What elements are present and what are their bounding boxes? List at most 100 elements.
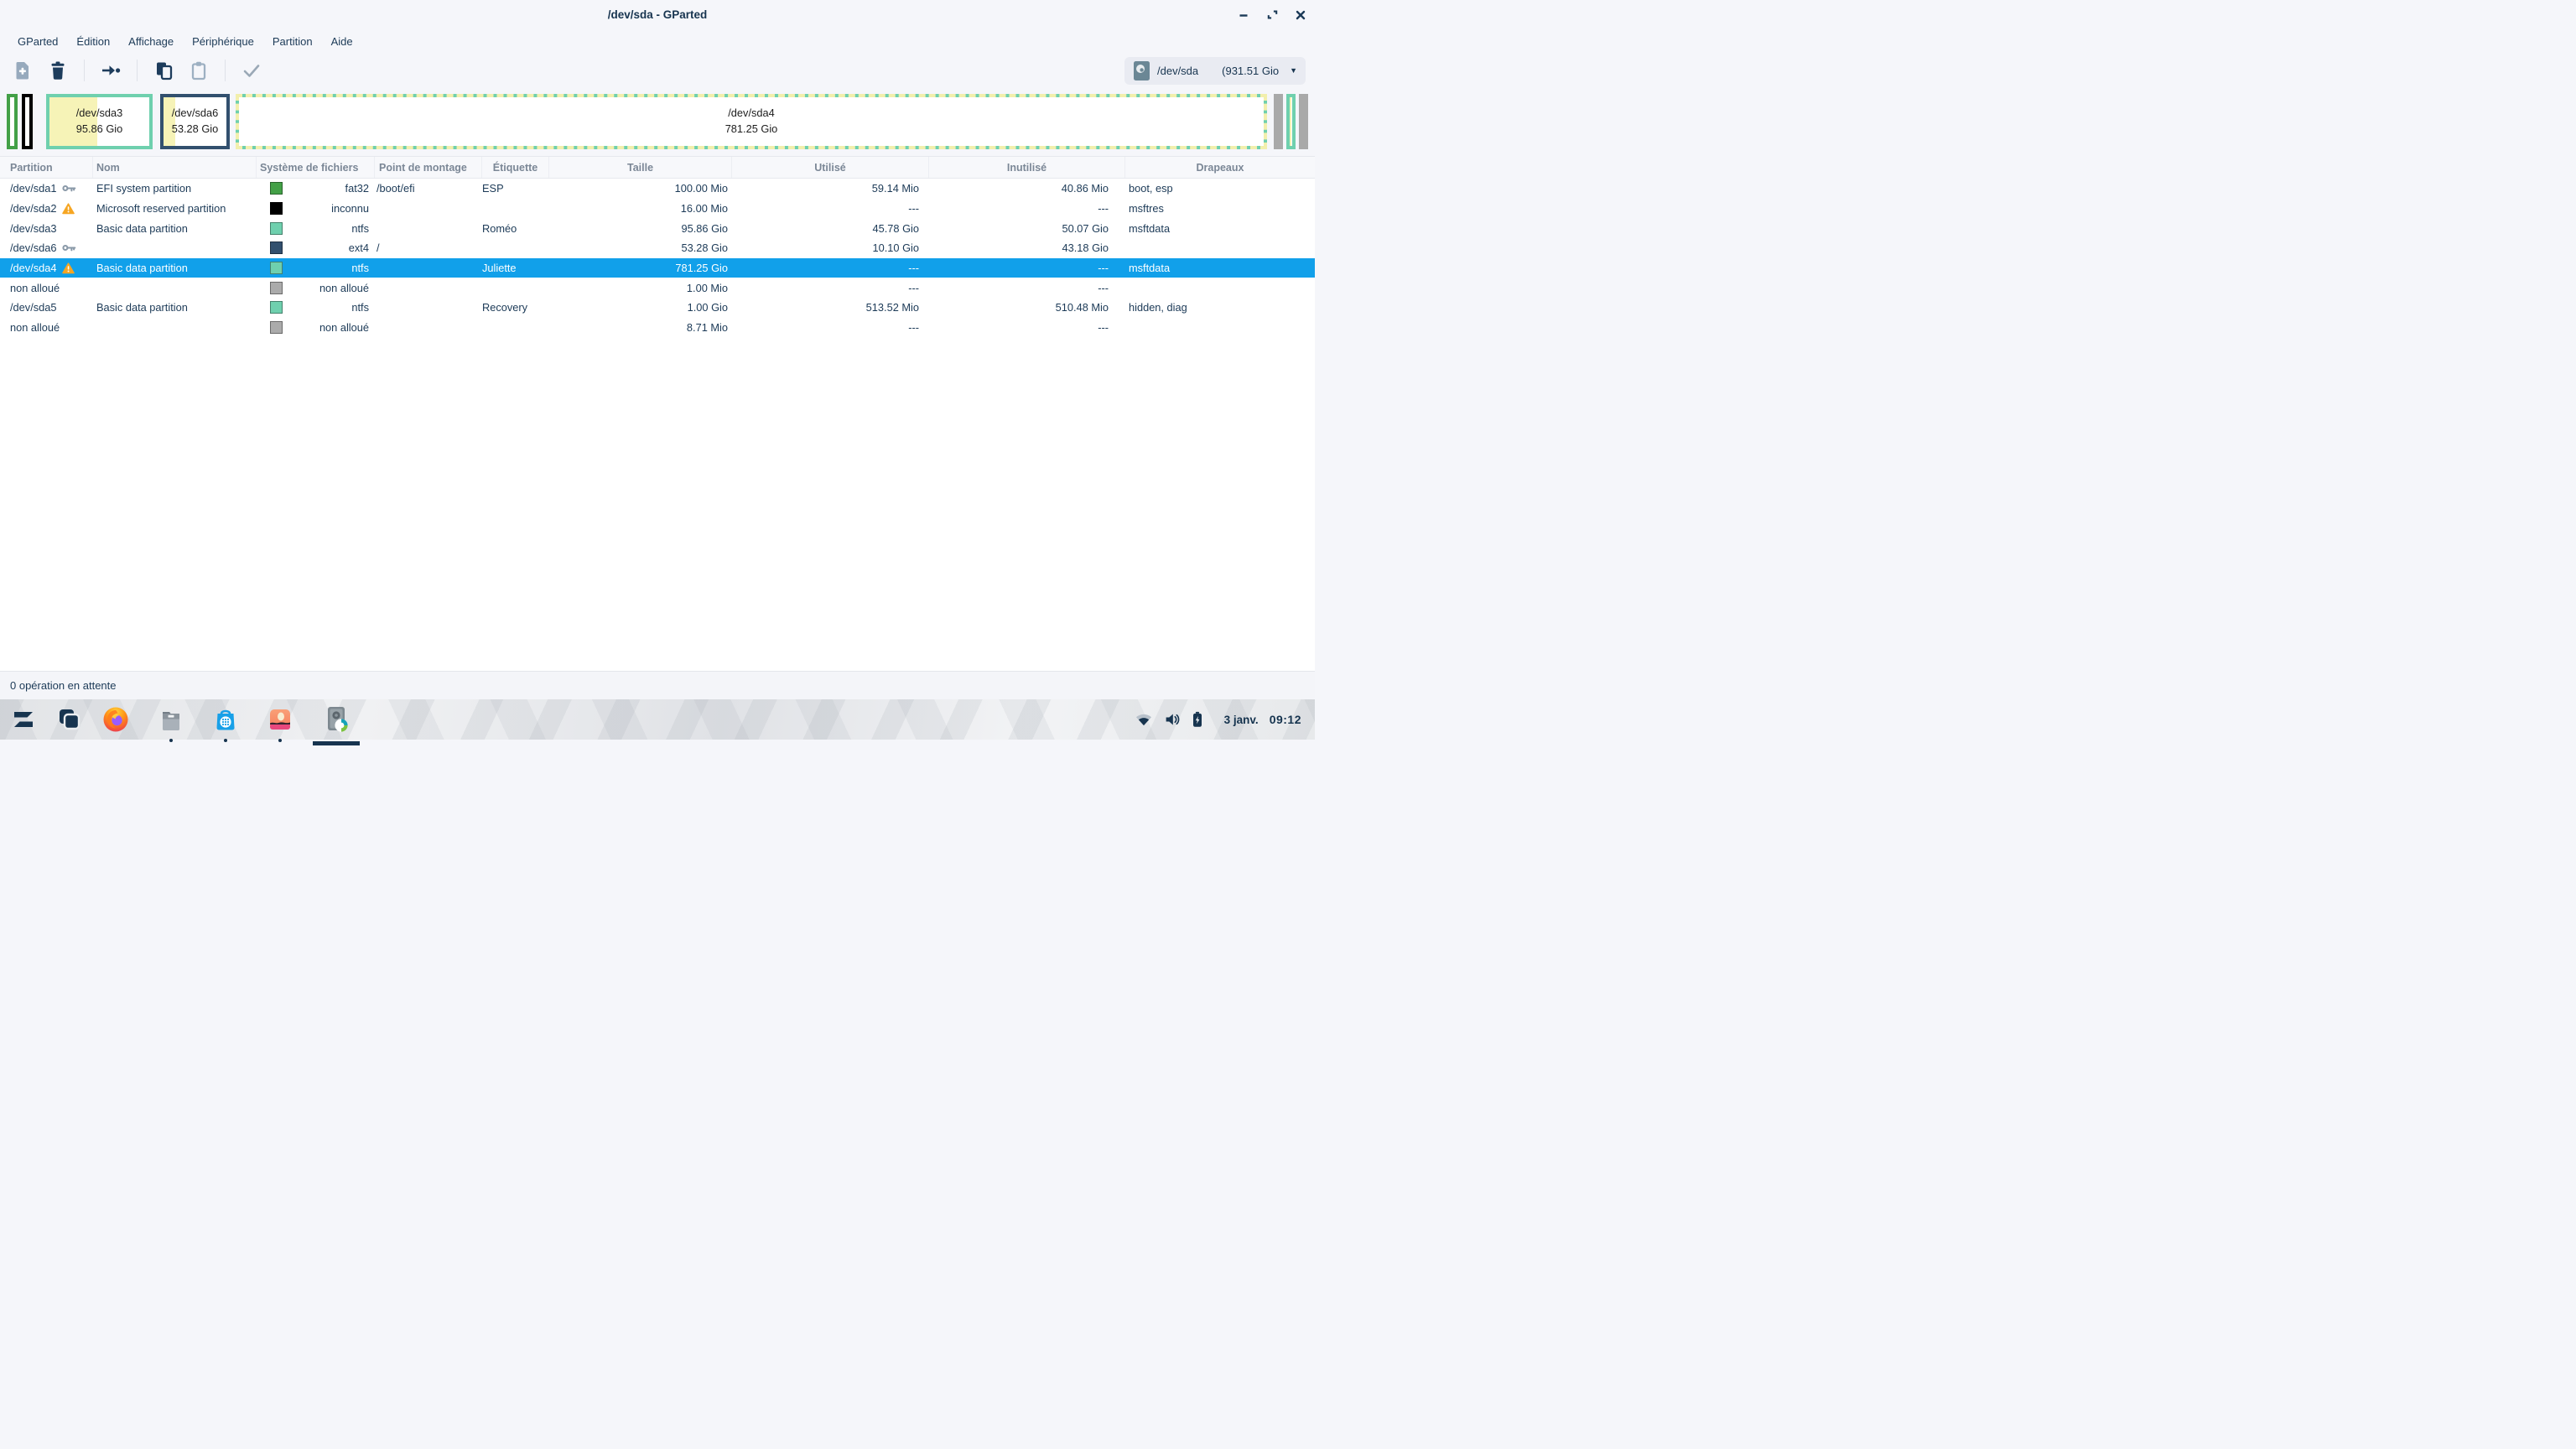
column-header-size: Taille [549, 157, 732, 178]
menubar: GParted Édition Affichage Périphérique P… [0, 29, 1315, 53]
clock-time[interactable]: 09:12 [1270, 713, 1301, 726]
gparted-icon [323, 705, 350, 734]
filesystem-color-swatch [270, 242, 283, 254]
table-row[interactable]: /dev/sda5 Basic data partition ntfs Reco… [0, 298, 1315, 318]
paste-partition-button[interactable] [184, 56, 213, 85]
apply-operations-icon [242, 63, 261, 78]
partition-table-body: /dev/sda1 EFI system partition fat32 /bo… [0, 179, 1315, 671]
resize-move-icon [101, 63, 121, 78]
gparted-window: /dev/sda - GParted GParted Édition Affic… [0, 0, 1315, 699]
clock-date[interactable]: 3 janv. [1224, 714, 1259, 726]
photos-button[interactable] [263, 705, 297, 734]
disk-visual-bar: /dev/sda3 95.86 Gio /dev/sda6 53.28 Gio … [0, 88, 1315, 156]
filesystem-color-swatch [270, 182, 283, 195]
wifi-icon[interactable] [1135, 712, 1153, 727]
menu-aide[interactable]: Aide [322, 32, 362, 51]
disk-segment-sda3[interactable]: /dev/sda3 95.86 Gio [46, 94, 153, 149]
delete-partition-button[interactable] [44, 56, 72, 85]
toolbar-separator [137, 60, 138, 81]
window-switcher-button[interactable] [52, 705, 86, 734]
segment-partition-name: /dev/sda3 [76, 106, 123, 122]
copy-partition-button[interactable] [149, 56, 178, 85]
restore-button[interactable] [1263, 6, 1281, 24]
software-store-button[interactable] [209, 705, 242, 734]
filesystem-color-swatch [270, 282, 283, 294]
apply-operations-button[interactable] [237, 56, 266, 85]
zorin-menu-button[interactable] [7, 705, 40, 734]
zorin-menu-icon [10, 706, 37, 733]
key-icon [62, 243, 76, 252]
filesystem-color-swatch [270, 301, 283, 314]
software-store-icon [212, 706, 239, 733]
paste-partition-icon [190, 60, 208, 80]
running-indicator-dot [169, 739, 173, 742]
column-header-mountpoint: Point de montage [375, 157, 482, 178]
files-button[interactable] [154, 705, 188, 734]
firefox-icon [101, 705, 130, 734]
resize-move-button[interactable] [96, 56, 125, 85]
table-row[interactable]: /dev/sda6 ext4 / 53.28 Gio 10.10 Gio 43.… [0, 238, 1315, 258]
key-icon [62, 184, 76, 193]
disk-segment-sda1[interactable] [7, 94, 18, 149]
close-button[interactable] [1291, 6, 1310, 24]
partition-table-header: Partition Nom Système de fichiers Point … [0, 156, 1315, 179]
disk-segment-sda5[interactable] [1286, 94, 1296, 149]
column-header-label: Étiquette [482, 157, 549, 178]
table-row[interactable]: /dev/sda4 Basic data partition ntfs Juli… [0, 258, 1315, 278]
column-header-used: Utilisé [732, 157, 929, 178]
menu-partition[interactable]: Partition [263, 32, 322, 51]
table-row[interactable]: non alloué non alloué 1.00 Mio --- --- [0, 278, 1315, 298]
volume-icon[interactable] [1164, 712, 1181, 727]
column-header-filesystem: Système de fichiers [257, 157, 375, 178]
column-header-flags: Drapeaux [1125, 157, 1315, 178]
window-switcher-icon [55, 706, 82, 733]
battery-charging-icon[interactable] [1192, 711, 1203, 728]
used-space-fill [1290, 97, 1291, 146]
filesystem-color-swatch [270, 202, 283, 215]
statusbar: 0 opération en attente [0, 671, 1315, 699]
table-row[interactable]: /dev/sda2 Microsoft reserved partition i… [0, 199, 1315, 219]
minimize-icon [1238, 9, 1249, 21]
copy-partition-icon [154, 60, 174, 80]
filesystem-color-swatch [270, 321, 283, 334]
disk-segment-sda2[interactable] [22, 94, 33, 149]
disk-segment-sda6[interactable]: /dev/sda6 53.28 Gio [160, 94, 230, 149]
disk-segment-unallocated[interactable] [1274, 94, 1283, 149]
photos-icon [267, 706, 293, 733]
taskbar: 3 janv. 09:12 [0, 699, 1315, 740]
window-title: /dev/sda - GParted [608, 8, 708, 21]
delete-partition-icon [49, 60, 67, 80]
pending-operations-text: 0 opération en attente [10, 679, 117, 692]
filesystem-color-swatch [270, 262, 283, 274]
new-partition-icon [13, 60, 32, 80]
table-row[interactable]: /dev/sda1 EFI system partition fat32 /bo… [0, 179, 1315, 199]
column-header-name: Nom [93, 157, 257, 178]
menu-gparted[interactable]: GParted [8, 32, 67, 51]
disk-segment-unallocated[interactable] [1299, 94, 1308, 149]
minimize-button[interactable] [1234, 6, 1253, 24]
new-partition-button[interactable] [8, 56, 37, 85]
warning-icon [62, 262, 75, 274]
segment-partition-name: /dev/sda4 [728, 106, 775, 122]
column-header-unused: Inutilisé [929, 157, 1125, 178]
table-row[interactable]: /dev/sda3 Basic data partition ntfs Romé… [0, 218, 1315, 238]
system-tray: 3 janv. 09:12 [1135, 699, 1301, 740]
menu-edition[interactable]: Édition [67, 32, 119, 51]
segment-partition-size: 53.28 Gio [172, 122, 219, 138]
table-row[interactable]: non alloué non alloué 8.71 Mio --- --- [0, 318, 1315, 338]
toolbar-separator [84, 60, 85, 81]
menu-peripherique[interactable]: Périphérique [183, 32, 263, 51]
hard-disk-icon [1133, 60, 1150, 81]
titlebar: /dev/sda - GParted [0, 0, 1315, 29]
close-icon [1295, 9, 1306, 21]
gparted-taskbar-button[interactable] [319, 705, 353, 734]
warning-icon [62, 203, 75, 215]
device-selector[interactable]: /dev/sda (931.51 Gio ▼ [1124, 57, 1306, 85]
running-indicator-dot [224, 739, 227, 742]
toolbar: /dev/sda (931.51 Gio ▼ [0, 53, 1315, 88]
disk-segment-sda4-selected[interactable]: /dev/sda4 781.25 Gio [236, 94, 1267, 149]
firefox-button[interactable] [99, 705, 132, 734]
segment-partition-size: 95.86 Gio [76, 122, 123, 138]
segment-partition-size: 781.25 Gio [725, 122, 778, 138]
menu-affichage[interactable]: Affichage [119, 32, 183, 51]
